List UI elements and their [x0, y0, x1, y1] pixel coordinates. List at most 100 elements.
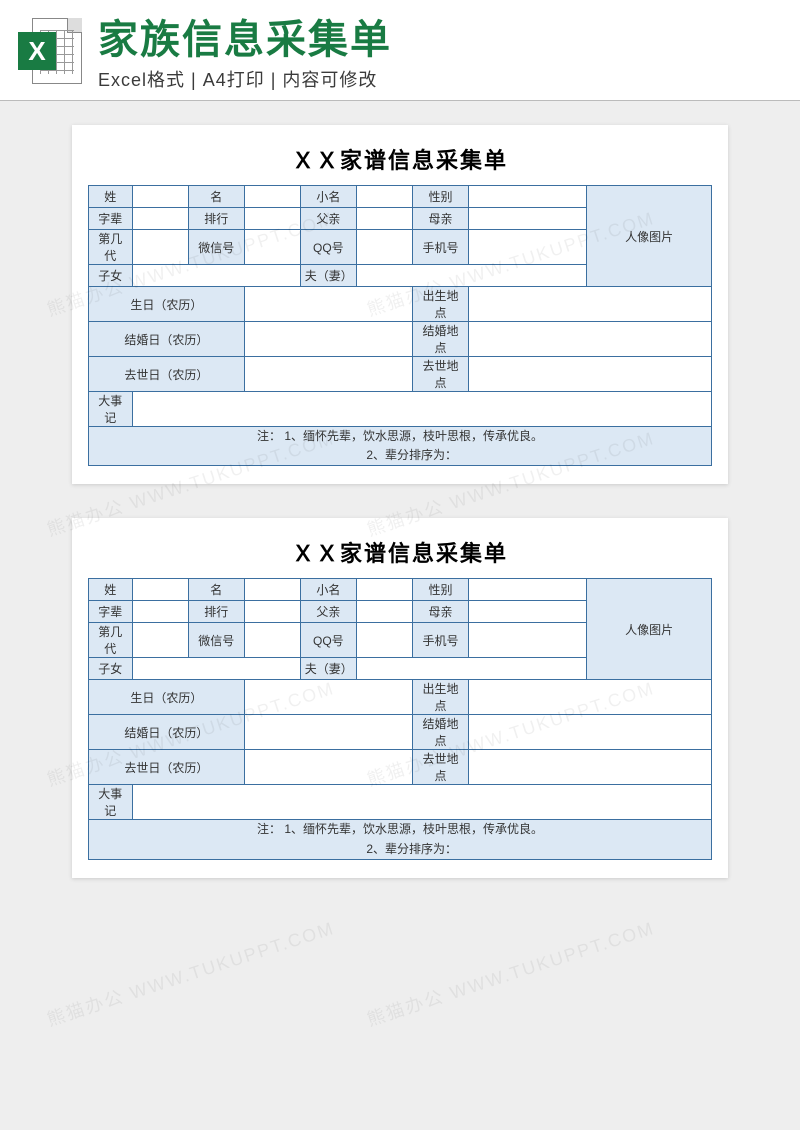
field-events[interactable] — [132, 785, 711, 820]
field-wechat[interactable] — [244, 230, 300, 265]
label-father: 父亲 — [300, 601, 356, 623]
field-given[interactable] — [244, 186, 300, 208]
label-spouse: 夫（妻） — [300, 265, 356, 287]
field-gender[interactable] — [468, 186, 586, 208]
field-wechat[interactable] — [244, 623, 300, 658]
label-gender: 性别 — [412, 186, 468, 208]
label-death-place: 去世地点 — [412, 357, 468, 392]
label-surname: 姓 — [89, 579, 133, 601]
field-death-place[interactable] — [468, 750, 711, 785]
field-phone[interactable] — [468, 230, 586, 265]
label-mother: 母亲 — [412, 208, 468, 230]
field-death-place[interactable] — [468, 357, 711, 392]
field-nickname[interactable] — [356, 186, 412, 208]
label-qq: QQ号 — [300, 230, 356, 265]
field-surname[interactable] — [132, 579, 188, 601]
field-birthplace[interactable] — [468, 287, 711, 322]
field-children[interactable] — [132, 265, 300, 287]
label-photo: 人像图片 — [587, 579, 712, 680]
field-surname[interactable] — [132, 186, 188, 208]
label-qq: QQ号 — [300, 623, 356, 658]
label-wed-place: 结婚地点 — [412, 322, 468, 357]
notes-cell: 注： 1、缅怀先辈，饮水思源，枝叶思根，传承优良。 2、辈分排序为： — [89, 427, 712, 466]
note-1: 1、缅怀先辈，饮水思源，枝叶思根，传承优良。 — [284, 429, 543, 443]
field-generation-name[interactable] — [132, 208, 188, 230]
label-phone: 手机号 — [412, 230, 468, 265]
watermark-text: 熊猫办公 WWW.TUKUPPT.COM — [43, 914, 337, 1032]
label-wed-place: 结婚地点 — [412, 715, 468, 750]
label-spouse: 夫（妻） — [300, 658, 356, 680]
notes-label: 注： — [257, 429, 281, 443]
label-phone: 手机号 — [412, 623, 468, 658]
excel-icon: X — [18, 18, 86, 86]
form-title: ＸＸ家谱信息采集单 — [88, 532, 712, 578]
field-phone[interactable] — [468, 623, 586, 658]
field-mother[interactable] — [468, 601, 586, 623]
label-father: 父亲 — [300, 208, 356, 230]
field-spouse[interactable] — [356, 265, 586, 287]
label-generation-name: 字辈 — [89, 208, 133, 230]
label-rank: 排行 — [188, 601, 244, 623]
form-sheet: ＸＸ家谱信息采集单 姓 名 小名 性别 人像图片 字辈 排行 父亲 母亲 — [72, 518, 728, 877]
form-table: 姓 名 小名 性别 人像图片 字辈 排行 父亲 母亲 第几代 微信号 QQ号 — [88, 578, 712, 859]
field-qq[interactable] — [356, 230, 412, 265]
label-events: 大事记 — [89, 392, 133, 427]
label-wechat: 微信号 — [188, 623, 244, 658]
field-gender[interactable] — [468, 579, 586, 601]
field-given[interactable] — [244, 579, 300, 601]
field-father[interactable] — [356, 601, 412, 623]
field-birthday[interactable] — [244, 680, 412, 715]
field-generation-name[interactable] — [132, 601, 188, 623]
label-photo: 人像图片 — [587, 186, 712, 287]
header-subtitle: Excel格式 | A4打印 | 内容可修改 — [98, 66, 782, 92]
label-gen-no: 第几代 — [89, 230, 133, 265]
field-gen-no[interactable] — [132, 230, 188, 265]
label-death-date: 去世日（农历） — [89, 357, 245, 392]
label-gen-no: 第几代 — [89, 623, 133, 658]
field-qq[interactable] — [356, 623, 412, 658]
label-nickname: 小名 — [300, 186, 356, 208]
field-mother[interactable] — [468, 208, 586, 230]
note-1: 1、缅怀先辈，饮水思源，枝叶思根，传承优良。 — [284, 822, 543, 836]
label-gender: 性别 — [412, 579, 468, 601]
field-wed-place[interactable] — [468, 715, 711, 750]
label-children: 子女 — [89, 265, 133, 287]
field-rank[interactable] — [244, 208, 300, 230]
field-rank[interactable] — [244, 601, 300, 623]
field-events[interactable] — [132, 392, 711, 427]
label-nickname: 小名 — [300, 579, 356, 601]
label-death-date: 去世日（农历） — [89, 750, 245, 785]
field-nickname[interactable] — [356, 579, 412, 601]
field-wed-date[interactable] — [244, 715, 412, 750]
label-given: 名 — [188, 579, 244, 601]
label-death-place: 去世地点 — [412, 750, 468, 785]
label-wed-date: 结婚日（农历） — [89, 715, 245, 750]
notes-cell: 注： 1、缅怀先辈，饮水思源，枝叶思根，传承优良。 2、辈分排序为： — [89, 820, 712, 859]
label-birthday: 生日（农历） — [89, 287, 245, 322]
form-title: ＸＸ家谱信息采集单 — [88, 139, 712, 185]
note-2: 2、辈分排序为： — [366, 842, 457, 856]
label-surname: 姓 — [89, 186, 133, 208]
field-birthday[interactable] — [244, 287, 412, 322]
field-gen-no[interactable] — [132, 623, 188, 658]
label-birthplace: 出生地点 — [412, 287, 468, 322]
header-title: 家族信息采集单 — [98, 18, 782, 62]
field-father[interactable] — [356, 208, 412, 230]
label-children: 子女 — [89, 658, 133, 680]
field-children[interactable] — [132, 658, 300, 680]
field-death-date[interactable] — [244, 357, 412, 392]
field-spouse[interactable] — [356, 658, 586, 680]
label-birthplace: 出生地点 — [412, 680, 468, 715]
field-birthplace[interactable] — [468, 680, 711, 715]
excel-x-badge: X — [18, 32, 56, 70]
label-birthday: 生日（农历） — [89, 680, 245, 715]
field-death-date[interactable] — [244, 750, 412, 785]
label-generation-name: 字辈 — [89, 601, 133, 623]
label-mother: 母亲 — [412, 601, 468, 623]
label-rank: 排行 — [188, 208, 244, 230]
label-wechat: 微信号 — [188, 230, 244, 265]
form-sheet: ＸＸ家谱信息采集单 姓 名 小名 性别 人像图片 字辈 排行 父亲 母亲 — [72, 125, 728, 484]
field-wed-date[interactable] — [244, 322, 412, 357]
field-wed-place[interactable] — [468, 322, 711, 357]
page-header: X 家族信息采集单 Excel格式 | A4打印 | 内容可修改 — [0, 0, 800, 100]
